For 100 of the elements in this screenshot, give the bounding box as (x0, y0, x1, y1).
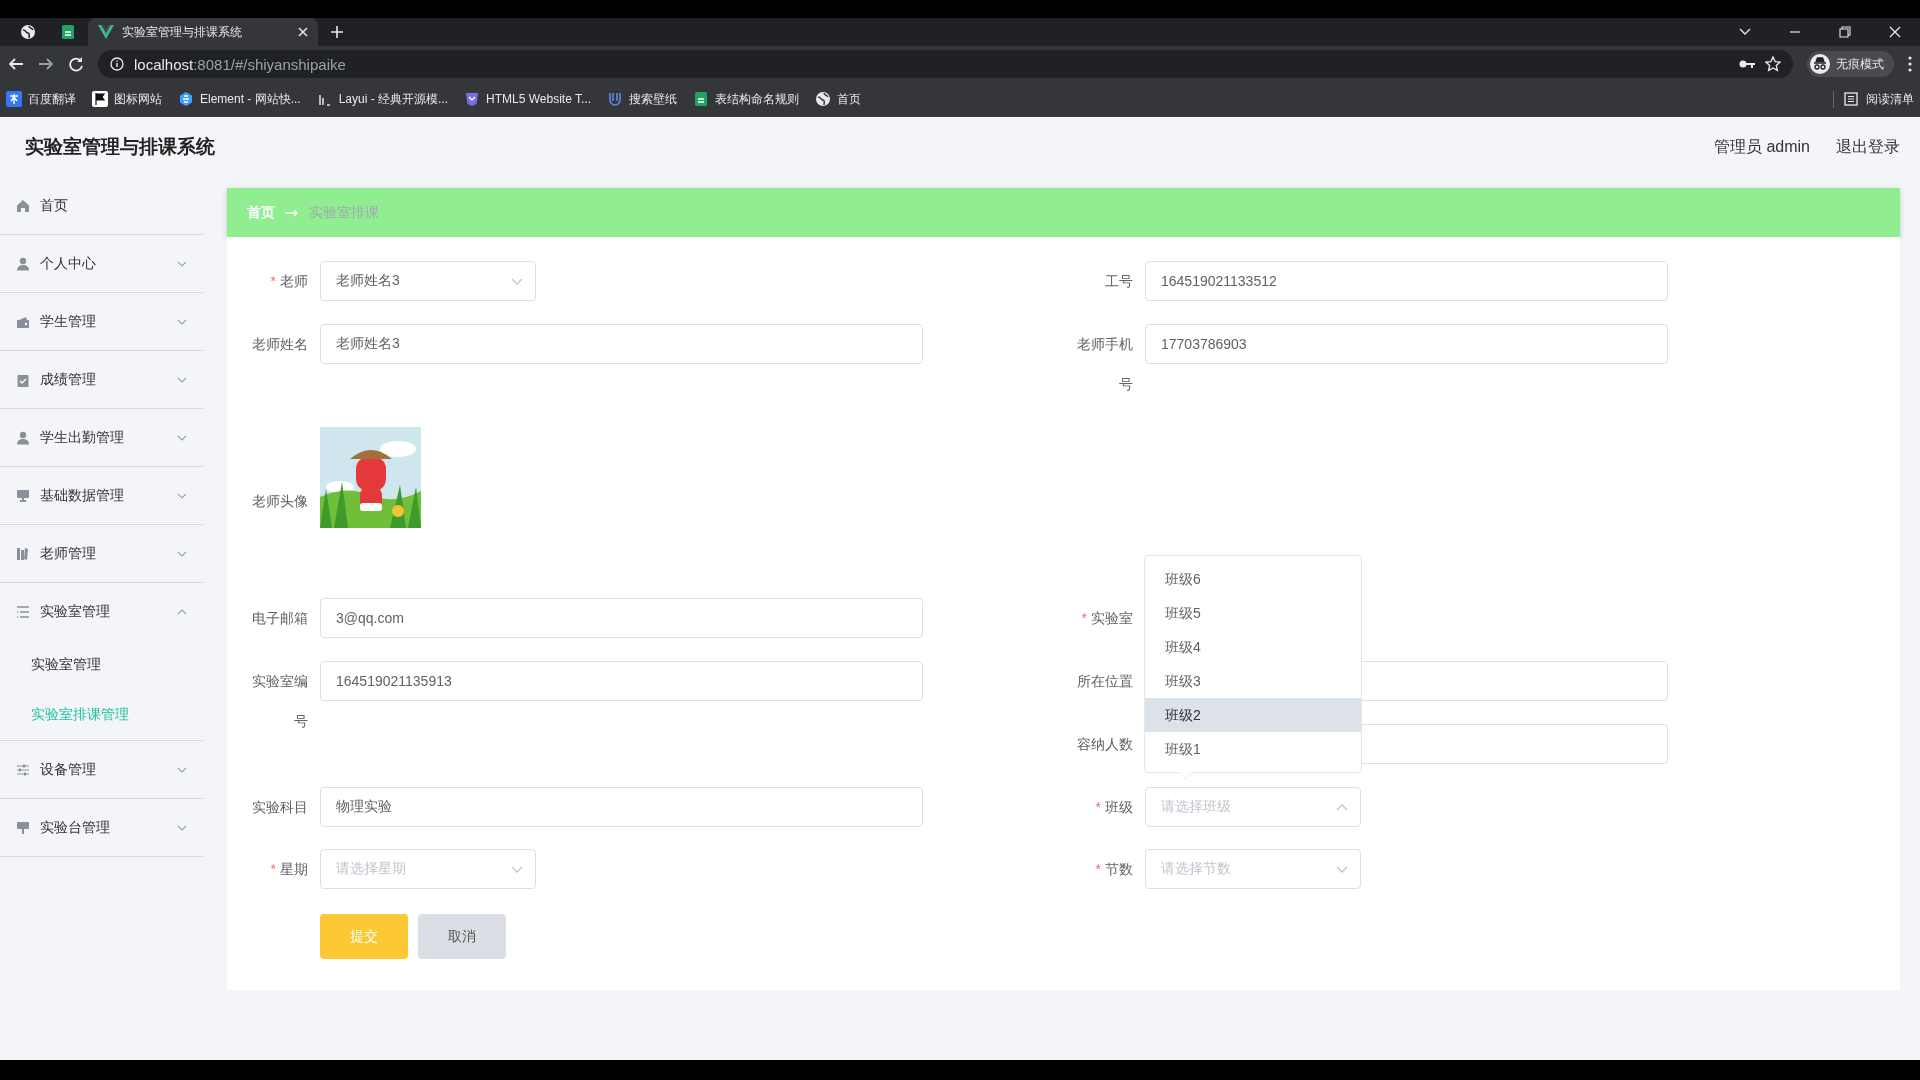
field-label: 所在位置 (1077, 673, 1133, 689)
bookmark-link[interactable]: 搜索壁纸 (629, 90, 677, 108)
submenu-item[interactable]: 实验室管理 (31, 656, 101, 674)
user-icon (16, 430, 30, 445)
restore-icon[interactable] (1839, 26, 1851, 38)
bookmark-link[interactable]: HTML5 Website T... (486, 92, 591, 106)
monitor-icon (16, 488, 30, 503)
menu-item[interactable]: 基础数据管理 (0, 467, 203, 524)
text-field[interactable]: 164519021135913 (320, 661, 923, 701)
field-label: 老师 (280, 273, 308, 289)
flag-icon (92, 91, 108, 107)
field-label: 容纳人数 (1077, 736, 1133, 752)
bookmark-link[interactable]: 百度翻译 (28, 90, 76, 108)
profile-button[interactable]: 无痕模式 (1807, 51, 1894, 77)
chevron-down-icon (177, 434, 187, 441)
field-label: 老师手机号 (1077, 336, 1133, 392)
tab-close-icon[interactable] (298, 27, 308, 37)
back-icon[interactable] (8, 56, 24, 72)
info-icon[interactable] (110, 57, 124, 71)
required-mark: * (270, 861, 276, 877)
chevron-down-icon (1336, 865, 1348, 873)
chevron-up-icon (177, 608, 187, 615)
incognito-icon (1810, 54, 1830, 74)
hexagon-icon (178, 91, 194, 107)
chevron-down-icon (177, 376, 187, 383)
chevron-down-icon (177, 318, 187, 325)
sheet-icon[interactable] (61, 24, 75, 40)
arrow-right-icon (285, 208, 299, 217)
sliders-icon (16, 762, 30, 777)
logout-link[interactable]: 退出登录 (1836, 136, 1900, 158)
reading-list-link[interactable]: 阅读清单 (1866, 90, 1914, 108)
text-field[interactable]: 3@qq.com (320, 598, 923, 638)
dropdown-option[interactable]: 班级2 (1145, 698, 1361, 732)
field-label: 节数 (1105, 861, 1133, 877)
user-name: 管理员 admin (1713, 136, 1810, 157)
field-label: 星期 (280, 861, 308, 877)
required-mark: * (1095, 799, 1101, 815)
chevron-down-icon (177, 550, 187, 557)
reading-list-icon (1844, 92, 1858, 106)
menu-item[interactable]: 实验台管理 (0, 799, 203, 856)
menu-item[interactable]: 学生管理 (0, 293, 203, 350)
field-label: 工号 (1105, 273, 1133, 289)
bookmark-link[interactable]: Layui - 经典开源模... (338, 90, 449, 108)
text-field[interactable]: 老师姓名3 (320, 324, 923, 364)
books-icon (16, 546, 30, 561)
menu-item[interactable]: 学生出勤管理 (0, 409, 203, 466)
home-icon (16, 198, 30, 213)
required-mark: * (270, 273, 276, 289)
chevron-down-icon (177, 824, 187, 831)
more-icon[interactable] (1908, 56, 1912, 72)
bookmark-link[interactable]: 首页 (837, 90, 861, 108)
cancel-button[interactable]: 取消 (418, 914, 506, 959)
new-tab-icon[interactable] (330, 25, 344, 39)
app-title: 实验室管理与排课系统 (25, 135, 215, 159)
breadcrumb-current: 实验室排课 (309, 203, 379, 222)
fork-icon (607, 91, 623, 107)
url-field[interactable]: localhost:8081/#/shiyanshipaike (134, 55, 346, 73)
reload-icon[interactable] (68, 56, 84, 72)
field-label: 实验室编号 (252, 673, 308, 729)
translate-icon (6, 91, 22, 107)
browser-tab[interactable]: 实验室管理与排课系统 (88, 18, 318, 46)
user-icon (16, 256, 30, 271)
bookmark-link[interactable]: 表结构命名规则 (715, 90, 799, 108)
stand-icon (16, 820, 30, 835)
field-label: 电子邮箱 (252, 610, 308, 626)
field-label: 实验室 (1091, 610, 1133, 626)
chevron-down-icon (511, 865, 523, 873)
globe-icon (815, 91, 831, 107)
bookmark-link[interactable]: 图标网站 (114, 90, 162, 108)
menu-item[interactable]: 个人中心 (0, 235, 203, 292)
clipboard-icon (16, 372, 30, 387)
wallet-icon (16, 314, 30, 329)
close-icon[interactable] (1889, 26, 1901, 38)
shield-icon (464, 91, 481, 107)
field-label: 实验科目 (252, 799, 308, 815)
star-icon[interactable] (1765, 56, 1781, 72)
menu-item[interactable]: 成绩管理 (0, 351, 203, 408)
menu-item[interactable]: 老师管理 (0, 525, 203, 582)
globe-icon[interactable] (20, 24, 36, 40)
menu-item[interactable]: 实验室管理 (0, 583, 203, 640)
text-field[interactable]: 17703786903 (1145, 324, 1668, 364)
menu-item[interactable]: 首页 (0, 177, 203, 234)
forward-icon[interactable] (38, 56, 54, 72)
required-mark: * (1095, 861, 1101, 877)
chevron-down-icon (177, 492, 187, 499)
menu-item[interactable]: 设备管理 (0, 741, 203, 798)
text-field[interactable]: 164519021133512 (1145, 261, 1668, 301)
list-icon (16, 604, 30, 619)
chevron-up-icon (1336, 803, 1348, 811)
tab-search-icon[interactable] (1739, 28, 1751, 36)
select-field[interactable]: 老师姓名3 (320, 261, 536, 301)
required-mark: * (1081, 610, 1087, 626)
chevron-down-icon (511, 277, 523, 285)
field-label: 老师姓名 (252, 336, 308, 352)
key-icon[interactable] (1739, 59, 1755, 69)
v-logo-icon (98, 25, 114, 39)
text-field[interactable]: 物理实验 (320, 787, 923, 827)
chevron-down-icon (177, 766, 187, 773)
bookmark-link[interactable]: Element - 网站快... (200, 90, 301, 108)
chevron-down-icon (177, 260, 187, 267)
